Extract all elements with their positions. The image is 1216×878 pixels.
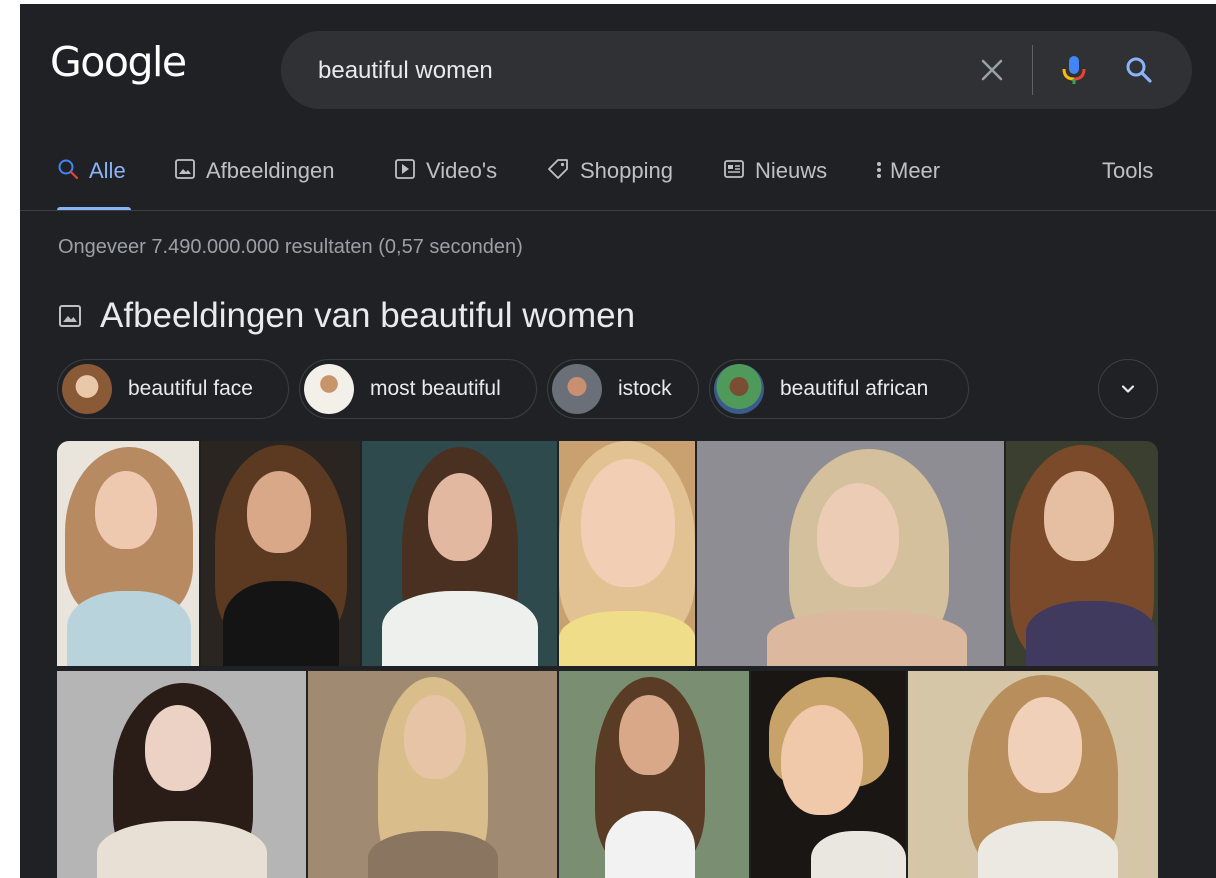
image-result[interactable]	[697, 441, 1004, 666]
tab-label: Alle	[89, 158, 126, 183]
image-result[interactable]	[57, 441, 199, 666]
image-result[interactable]	[201, 441, 360, 666]
google-logo[interactable]: Google	[50, 42, 187, 83]
tab-label: Meer	[890, 158, 941, 183]
news-icon	[724, 160, 744, 178]
tab-more[interactable]: Meer	[872, 154, 940, 210]
tools-label: Tools	[1102, 158, 1154, 183]
tab-videos[interactable]: Video's	[394, 154, 497, 210]
chip-thumbnail	[62, 364, 112, 414]
image-result[interactable]	[559, 441, 695, 666]
image-result[interactable]	[751, 671, 906, 878]
tab-all[interactable]: Alle	[57, 154, 126, 210]
close-icon[interactable]	[977, 55, 1007, 85]
chip-beautiful-african[interactable]: beautiful african	[709, 359, 969, 419]
image-result[interactable]	[559, 671, 749, 878]
chip-thumbnail	[304, 364, 354, 414]
image-icon	[59, 305, 81, 327]
image-result[interactable]	[908, 671, 1158, 878]
tab-images[interactable]: Afbeeldingen	[174, 154, 334, 210]
result-stats: Ongeveer 7.490.000.000 resultaten (0,57 …	[58, 236, 523, 258]
chip-label: istock	[618, 377, 672, 400]
chip-istock[interactable]: istock	[547, 359, 699, 419]
images-heading-text: Afbeeldingen van beautiful women	[100, 296, 636, 335]
chip-most-beautiful[interactable]: most beautiful	[299, 359, 537, 419]
google-results-page: Google Alle	[20, 4, 1216, 878]
video-icon	[395, 159, 415, 179]
tag-icon	[548, 159, 568, 179]
more-vert-icon	[877, 162, 881, 178]
images-section-heading[interactable]: Afbeeldingen van beautiful women	[58, 294, 635, 338]
microphone-icon[interactable]	[1059, 55, 1089, 85]
search-bar[interactable]	[281, 31, 1192, 109]
tab-label: Afbeeldingen	[206, 158, 335, 183]
chip-label: beautiful face	[128, 377, 253, 400]
chip-thumbnail	[552, 364, 602, 414]
image-result[interactable]	[362, 441, 557, 666]
search-icon	[58, 159, 79, 180]
chip-label: most beautiful	[370, 377, 501, 400]
tab-label: Video's	[426, 158, 498, 183]
tab-label: Nieuws	[755, 158, 828, 183]
tabs-divider	[20, 210, 1216, 211]
image-result[interactable]	[308, 671, 557, 878]
image-icon	[175, 159, 195, 179]
chips-expand-button[interactable]	[1098, 359, 1158, 419]
image-results-grid	[57, 441, 1158, 878]
tab-news[interactable]: Nieuws	[723, 154, 827, 210]
search-bar-divider	[1032, 45, 1033, 95]
chip-beautiful-face[interactable]: beautiful face	[57, 359, 289, 419]
search-input[interactable]	[316, 55, 920, 87]
chevron-down-icon	[1121, 385, 1135, 393]
image-result[interactable]	[1006, 441, 1158, 666]
image-result[interactable]	[57, 671, 306, 878]
search-tabs: Alle Afbeeldingen Video's Shopping Nieuw…	[20, 154, 1216, 210]
tab-label: Shopping	[580, 158, 673, 183]
tab-shopping[interactable]: Shopping	[546, 154, 673, 210]
chip-label: beautiful african	[780, 377, 929, 400]
chip-thumbnail	[714, 364, 764, 414]
tools-button[interactable]: Tools	[1102, 154, 1153, 210]
search-icon[interactable]	[1124, 55, 1154, 85]
